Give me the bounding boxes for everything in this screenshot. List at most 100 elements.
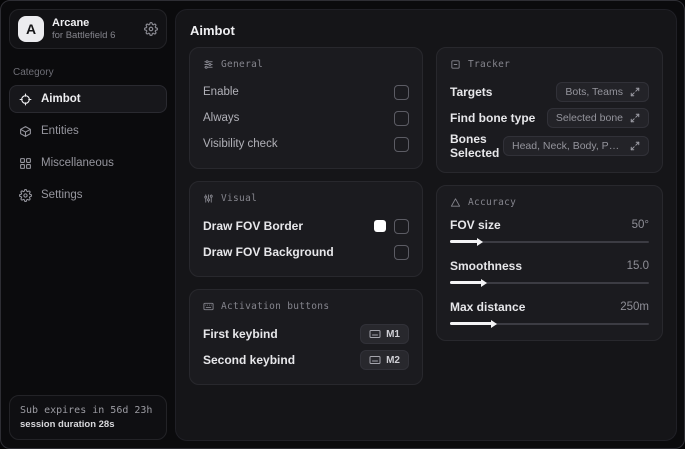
setting-row-draw-fov-background: Draw FOV Background [203,240,409,264]
app-name: Arcane [52,16,90,29]
gear-icon [19,188,32,202]
card-title: Visual [221,193,258,204]
page-title: Aimbot [190,23,235,38]
fov-size-group: FOV size 50° [450,218,649,246]
sliders-vertical-icon [204,194,213,203]
setting-label: Always [203,112,240,124]
sidebar-item-label: Aimbot [41,93,81,105]
sidebar-item-label: Settings [41,189,83,201]
setting-label: Enable [203,86,239,98]
dropdown-value: Bots, Teams [565,86,623,98]
setting-label: Max distance [450,300,526,314]
setting-label: First keybind [203,327,278,341]
sidebar-item-entities[interactable]: Entities [9,117,167,145]
slider-thumb[interactable] [450,237,483,246]
sidebar: A Arcane for Battlefield 6 Category Aimb… [1,1,175,448]
tracker-card: Tracker Targets Bots, Teams Find bone ty… [436,47,663,173]
fov-border-color-swatch[interactable] [374,220,386,232]
main-panel: Aimbot General Enable Always Visibility … [175,9,677,441]
setting-label: Draw FOV Border [203,219,304,233]
card-title: Tracker [468,59,511,70]
sidebar-item-aimbot[interactable]: Aimbot [9,85,167,113]
app-window: A Arcane for Battlefield 6 Category Aimb… [0,0,685,449]
visual-card: Visual Draw FOV Border Draw FOV Backgrou… [189,181,423,277]
slider-thumb[interactable] [450,319,497,328]
app-meta: Arcane for Battlefield 6 [52,17,136,42]
card-title: General [221,59,264,70]
accuracy-card: Accuracy FOV size 50° Smoothness 15.0 Ma… [436,185,663,341]
sidebar-item-settings[interactable]: Settings [9,181,167,209]
dropdown-value: Head, Neck, Body, Pe... [512,140,623,152]
keyboard-icon [369,356,381,364]
card-title: Activation buttons [221,301,330,312]
setting-label: Visibility check [203,138,278,150]
card-title: Accuracy [468,197,517,208]
first-keybind-button[interactable]: M1 [360,324,409,344]
setting-label: FOV size [450,218,501,232]
sliders-icon [204,60,213,69]
setting-label: Draw FOV Background [203,245,334,259]
second-keybind-button[interactable]: M2 [360,350,409,370]
setting-label: Bones Selected [450,132,500,160]
dropdown-value: Selected bone [555,112,623,124]
activation-buttons-card: Activation buttons First keybind M1 Seco… [189,289,423,385]
subscription-info-card: Sub expires in 56d 23h session duration … [9,394,167,440]
expand-icon [630,141,640,151]
visibility-check-checkbox[interactable] [394,136,409,152]
app-logo: A [18,16,44,42]
max-distance-value: 250m [620,301,649,313]
sidebar-item-label: Entities [41,125,79,137]
setting-row-always: Always [203,106,409,130]
sidebar-item-label: Miscellaneous [41,157,114,169]
find-bone-type-dropdown[interactable]: Selected bone [546,108,649,128]
setting-label: Smoothness [450,259,523,273]
sidebar-item-miscellaneous[interactable]: Miscellaneous [9,149,167,177]
bones-selected-dropdown[interactable]: Head, Neck, Body, Pe... [503,136,649,156]
slider-thumb[interactable] [450,278,487,287]
always-checkbox[interactable] [394,110,409,126]
cube-icon [20,125,31,137]
sub-expiry-text: Sub expires in 56d 23h [20,404,153,416]
fov-size-value: 50° [631,219,649,231]
smoothness-slider[interactable] [450,278,649,287]
setting-label: Second keybind [203,353,296,367]
sidebar-nav: Aimbot Entities Miscellaneous Settings [1,85,175,209]
setting-row-enable: Enable [203,80,409,104]
max-distance-slider[interactable] [450,319,649,328]
right-column: Tracker Targets Bots, Teams Find bone ty… [436,47,663,341]
setting-label: Targets [450,85,493,99]
setting-label: Find bone type [450,111,536,125]
setting-row-second-keybind: Second keybind M2 [203,348,409,372]
targets-dropdown[interactable]: Bots, Teams [556,82,649,102]
setting-row-first-keybind: First keybind M1 [203,322,409,346]
keybind-value: M1 [386,328,400,340]
app-subtitle: for Battlefield 6 [52,29,116,41]
setting-row-draw-fov-border: Draw FOV Border [203,214,409,238]
session-duration-text: session duration 28s [20,418,115,430]
fov-size-slider[interactable] [450,237,649,246]
setting-row-find-bone-type: Find bone type Selected bone [450,106,649,130]
crosshair-icon [19,93,32,105]
setting-row-bones-selected: Bones Selected Head, Neck, Body, Pe... [450,132,649,160]
keybind-value: M2 [386,354,400,366]
expand-icon [630,87,640,97]
gear-icon[interactable] [144,22,158,36]
enable-checkbox[interactable] [394,84,409,100]
grid-icon [20,157,31,169]
left-column: General Enable Always Visibility check V… [189,47,423,385]
general-card: General Enable Always Visibility check [189,47,423,169]
smoothness-value: 15.0 [626,260,649,272]
keyboard-icon [369,330,381,338]
draw-fov-background-checkbox[interactable] [394,244,409,260]
category-label: Category [13,67,54,78]
smoothness-group: Smoothness 15.0 [450,259,649,287]
keyboard-icon [203,302,214,311]
triangle-icon [450,198,461,207]
setting-row-targets: Targets Bots, Teams [450,80,649,104]
draw-fov-border-checkbox[interactable] [394,218,409,234]
scan-square-icon [451,60,460,69]
max-distance-group: Max distance 250m [450,300,649,328]
setting-row-visibility-check: Visibility check [203,132,409,156]
app-header-card: A Arcane for Battlefield 6 [9,9,167,49]
expand-icon [630,113,640,123]
